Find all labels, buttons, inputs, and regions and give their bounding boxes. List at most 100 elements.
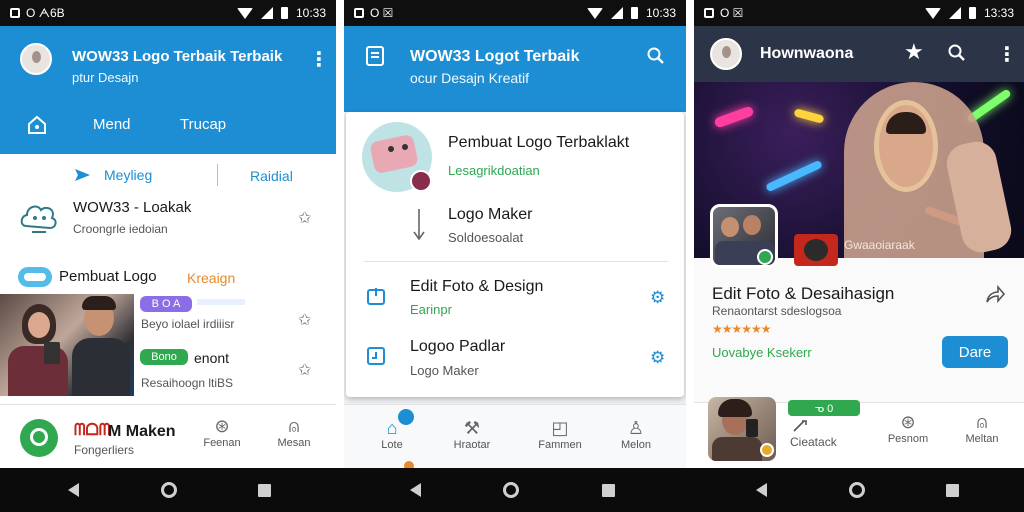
item-title[interactable]: Logoo Padlar — [410, 338, 505, 356]
more-icon[interactable] — [997, 42, 1017, 67]
nav-label[interactable]: Cieatack — [790, 435, 837, 449]
nav-item[interactable]: ⊛ Feenan — [200, 415, 244, 449]
toggle-icon[interactable] — [18, 267, 52, 287]
brand-mark: ᗰᗝᗰ — [74, 422, 111, 439]
brand-icon[interactable] — [20, 419, 58, 457]
app-title: WOW33 Logo Terbaik Terbaik — [72, 48, 283, 65]
status-bar: O ☒ 10:33 — [344, 0, 686, 26]
star-icon[interactable]: ★ — [904, 39, 924, 65]
thumbnail-photo[interactable] — [708, 397, 776, 461]
app-subtitle: ocur Desajn Kreatif — [410, 70, 530, 86]
home-icon[interactable] — [26, 114, 48, 136]
nav-item-active[interactable]: ⌂ Lote — [372, 409, 414, 468]
phone-screen-3: O ☒ 13:33 Hownwaona ★ ⋮ Gwaaoiaraak Edit… — [694, 0, 1024, 468]
back-icon[interactable] — [756, 483, 767, 497]
home-circle-icon[interactable] — [503, 482, 519, 498]
phone-screen-2: O ☒ 10:33 WOW33 Logot Terbaik ocur Desaj… — [344, 0, 686, 468]
brand-sub: Fongerliers — [74, 443, 135, 457]
item-sub: Logo Maker — [410, 363, 479, 378]
notification-icon — [704, 8, 714, 18]
tab-mend[interactable]: Mend — [93, 116, 131, 133]
recents-icon[interactable] — [602, 484, 615, 497]
item-title[interactable]: Logo Maker — [448, 206, 533, 224]
nav-item[interactable]: ◰ Fammen — [536, 417, 584, 451]
recents-icon[interactable] — [946, 484, 959, 497]
bolt-icon: ⊛ — [900, 412, 916, 432]
home-circle-icon[interactable] — [161, 482, 177, 498]
nav-item[interactable]: ⊛ Pesnom — [884, 411, 932, 445]
item-title[interactable]: WOW33 - Loakak — [73, 199, 191, 216]
avatar[interactable] — [20, 43, 52, 75]
bell-icon: ⍝ — [976, 412, 988, 432]
document-icon[interactable] — [366, 46, 384, 66]
chip-highlight — [197, 299, 245, 305]
recents-icon[interactable] — [258, 484, 271, 497]
nav-item[interactable]: ⍝ Meltan — [960, 411, 1004, 445]
gear-icon[interactable]: ⚙ — [650, 288, 665, 308]
nav-label: Meltan — [965, 433, 999, 445]
nav-label: Pesnom — [887, 433, 929, 445]
filter-right[interactable]: Raidial — [250, 168, 293, 184]
robot-avatar[interactable] — [362, 122, 432, 192]
app-bar: Hownwaona ★ — [694, 26, 1024, 82]
status-left-text: O ᗅ6B — [26, 5, 65, 20]
status-time: 10:33 — [645, 6, 676, 20]
pin-icon[interactable]: ✩ — [298, 310, 311, 330]
app-title: Hownwaona — [760, 45, 854, 62]
more-icon[interactable] — [309, 47, 329, 72]
menu-card: Pembuat Logo Terbaklakt Lesagrikdoatian … — [346, 112, 684, 397]
item-sub: Soldoesoalat — [448, 230, 524, 245]
person-icon: ♙ — [627, 418, 645, 438]
camera-badge-icon — [794, 234, 838, 266]
chip: ᓀ 0 — [788, 400, 860, 416]
developer-name[interactable]: Uovabye Ksekerr — [712, 345, 812, 360]
system-nav-bar — [0, 468, 1024, 512]
wifi-icon — [236, 7, 253, 19]
hero-caption: Gwaaoiaraak — [844, 238, 915, 252]
back-icon[interactable] — [410, 483, 421, 497]
install-button[interactable]: Dare — [942, 336, 1008, 368]
share-icon[interactable] — [984, 284, 1006, 306]
app-title-large: Edit Foto & Desaihasign — [712, 284, 895, 303]
filter-left[interactable]: Meylieg — [104, 167, 152, 183]
battery-icon — [630, 7, 638, 19]
bottom-nav: ⌂ Lote ⚒ Hraotar ◰ Fammen ♙ Melon — [344, 404, 686, 468]
nav-item[interactable]: ⚒ Hraotar — [448, 417, 496, 451]
gear-icon[interactable]: ⚙ — [650, 348, 665, 368]
status-dot — [404, 461, 414, 468]
bell-icon: ⍝ — [288, 416, 300, 436]
home-circle-icon[interactable] — [849, 482, 865, 498]
arrow-down-icon — [413, 209, 425, 241]
notification-dot — [398, 409, 414, 425]
notification-icon — [10, 8, 20, 18]
edit-icon — [793, 420, 807, 432]
nav-item[interactable]: ♙ Melon — [614, 417, 658, 451]
pin-icon[interactable]: ✩ — [298, 360, 311, 380]
tab-trucap[interactable]: Trucap — [180, 116, 226, 133]
search-icon[interactable] — [647, 47, 665, 65]
camera-icon: ◰ — [551, 418, 569, 438]
airplane-icon — [75, 169, 90, 181]
item-title[interactable]: Pembuat Logo Terbaklakt — [448, 134, 629, 152]
search-icon[interactable] — [948, 44, 966, 62]
item-title[interactable]: Pembuat Logo — [59, 268, 157, 285]
avatar[interactable] — [710, 38, 742, 70]
nav-item[interactable]: ⍝ Mesan — [272, 415, 316, 449]
cloud-logo-icon — [20, 205, 57, 233]
divider — [686, 0, 694, 468]
item-head: enont — [194, 350, 230, 366]
battery-icon — [280, 7, 288, 19]
status-bar: O ᗅ6B 10:33 — [0, 0, 336, 26]
app-bar: WOW33 Logo Terbaik Terbaik ptur Desajn M… — [0, 26, 336, 154]
back-icon[interactable] — [68, 483, 79, 497]
signal-icon — [260, 7, 273, 19]
bolt-icon: ⊛ — [214, 416, 230, 436]
pin-icon[interactable]: ✩ — [298, 208, 311, 228]
item-title[interactable]: Edit Foto & Design — [410, 278, 543, 296]
divider — [336, 0, 344, 468]
item-sub: Earinpr — [410, 302, 452, 317]
brand-title[interactable]: M Maken — [108, 423, 176, 441]
status-time: 13:33 — [983, 6, 1014, 20]
app-icon[interactable] — [710, 204, 778, 268]
nav-label: Fammen — [538, 439, 582, 451]
